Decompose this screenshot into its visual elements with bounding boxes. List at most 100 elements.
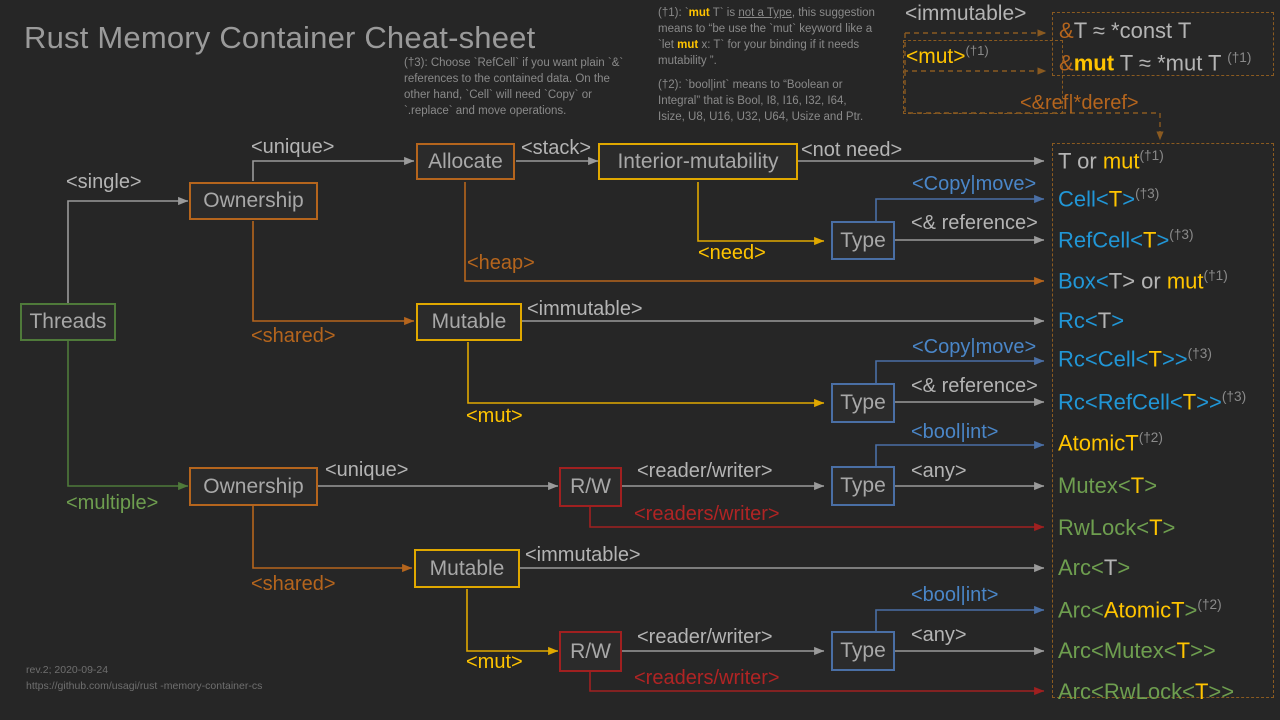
edge-label-reference-2: <& reference> <box>911 375 1038 398</box>
edge-label-readers-writer-2: <readers/writer> <box>634 667 780 690</box>
page-title: Rust Memory Container Cheat-sheet <box>24 20 535 56</box>
result-rc-refcell[interactable]: Rc<RefCell<T>>(†3) <box>1058 389 1246 415</box>
result-t-or-mut-sup: (†1) <box>1140 148 1164 163</box>
edge-label-single: <single> <box>66 171 142 194</box>
result-arc-mutex-part-1: T <box>1177 638 1190 663</box>
result-arc[interactable]: Arc<T> <box>1058 555 1130 581</box>
ref-equiv-const: &T ≈ *const T <box>1059 18 1191 44</box>
result-box-part-1: T <box>1109 268 1122 293</box>
label-immutable-ref: <immutable> <box>905 2 1026 26</box>
ref-equiv-const-text: T ≈ *const T <box>1074 18 1192 43</box>
result-rc-cell-sup: (†3) <box>1188 346 1212 361</box>
result-box-part-0: Box< <box>1058 268 1109 293</box>
result-rc-cell-part-2: >> <box>1162 346 1188 371</box>
result-t-or-mut[interactable]: T or mut(†1) <box>1058 148 1164 174</box>
footer-url[interactable]: https://github.com/usagi/rust -memory-co… <box>26 678 262 694</box>
result-arc-mutex[interactable]: Arc<Mutex<T>> <box>1058 638 1216 664</box>
label-ref-deref: <&ref|*deref> <box>1020 92 1139 115</box>
result-t-or-mut-part-0: T or <box>1058 148 1103 173</box>
edge-label-not-need: <not need> <box>801 139 902 162</box>
edge-label-reference-1: <& reference> <box>911 212 1038 235</box>
node-type-c[interactable]: Type <box>831 466 895 506</box>
label-mut-ref-sup: (†1) <box>966 43 989 58</box>
cheatsheet-canvas: Rust Memory Container Cheat-sheet (†3): … <box>0 0 1280 720</box>
edge-label-shared-2: <shared> <box>251 573 336 596</box>
result-arc-atomict-part-0: Arc< <box>1058 597 1104 622</box>
edge-label-stack: <stack> <box>521 137 591 160</box>
result-refcell-part-1: T <box>1143 227 1156 252</box>
node-rw-b[interactable]: R/W <box>559 631 622 672</box>
result-rwlock-part-0: RwLock< <box>1058 515 1149 540</box>
result-cell-part-0: Cell< <box>1058 186 1109 211</box>
result-arc-atomict-sup: (†2) <box>1197 597 1221 612</box>
edge-label-reader-writer-1: <reader/writer> <box>637 460 773 483</box>
result-cell[interactable]: Cell<T>(†3) <box>1058 186 1159 212</box>
edge-label-copy-move-2: <Copy|move> <box>912 336 1036 359</box>
node-interior-mutability[interactable]: Interior-mutability <box>598 143 798 180</box>
footnote-1-a: (†1): ` <box>658 7 689 19</box>
result-mutex-part-1: T <box>1131 473 1144 498</box>
result-rc-part-1: T <box>1098 308 1111 333</box>
result-mutex[interactable]: Mutex<T> <box>1058 473 1157 499</box>
result-rc-cell-part-0: Rc<Cell< <box>1058 346 1148 371</box>
ref-equiv-mut-sup: (†1) <box>1227 50 1251 65</box>
node-mutable-multi[interactable]: Mutable <box>414 549 520 588</box>
result-box-part-2: > or <box>1122 268 1167 293</box>
edge-label-any-2: <any> <box>911 624 967 647</box>
node-mutable-single[interactable]: Mutable <box>416 303 522 341</box>
result-refcell-part-0: RefCell< <box>1058 227 1143 252</box>
result-arc-mutex-part-0: Arc<Mutex< <box>1058 638 1177 663</box>
label-mut-ref-text: <mut> <box>906 45 966 68</box>
node-ownership-multi[interactable]: Ownership <box>189 467 318 506</box>
footnote-2: (†2): `bool|int` means to “Boolean or In… <box>658 78 876 126</box>
result-mutex-part-2: > <box>1144 473 1157 498</box>
result-atomict[interactable]: AtomicT(†2) <box>1058 430 1163 456</box>
edge-label-bool-int-2: <bool|int> <box>911 584 999 607</box>
edge-label-bool-int-1: <bool|int> <box>911 421 999 444</box>
result-arc-rwlock[interactable]: Arc<RwLock<T>> <box>1058 679 1234 705</box>
result-atomict-sup: (†2) <box>1139 430 1163 445</box>
ref-equiv-mut: &mut T ≈ *mut T (†1) <box>1059 50 1251 76</box>
result-cell-sup: (†3) <box>1135 186 1159 201</box>
result-arc-atomict[interactable]: Arc<AtomicT>(†2) <box>1058 597 1222 623</box>
result-arc-part-0: Arc< <box>1058 555 1104 580</box>
edge-label-need: <need> <box>698 242 766 265</box>
result-mutex-part-0: Mutex< <box>1058 473 1131 498</box>
footer-revision: rev.2; 2020-09-24 <box>26 662 108 678</box>
footnote-1-mut2: mut <box>677 39 698 51</box>
result-arc-part-2: > <box>1117 555 1130 580</box>
node-type-d[interactable]: Type <box>831 631 895 671</box>
edge-label-mut-1: <mut> <box>466 405 523 428</box>
result-rc-refcell-sup: (†3) <box>1222 389 1246 404</box>
result-rc-refcell-part-1: T <box>1183 389 1196 414</box>
node-type-b[interactable]: Type <box>831 383 895 423</box>
node-ownership-single[interactable]: Ownership <box>189 182 318 220</box>
edge-label-heap: <heap> <box>467 252 535 275</box>
node-allocate[interactable]: Allocate <box>416 143 515 180</box>
result-rc-cell[interactable]: Rc<Cell<T>>(†3) <box>1058 346 1212 372</box>
footnote-1-mut: mut <box>689 7 710 19</box>
result-box-sup: (†1) <box>1204 268 1228 283</box>
edge-label-readers-writer-1: <readers/writer> <box>634 503 780 526</box>
result-rwlock[interactable]: RwLock<T> <box>1058 515 1175 541</box>
result-refcell[interactable]: RefCell<T>(†3) <box>1058 227 1194 253</box>
ref-equiv-mut-text: T ≈ *mut T <box>1114 50 1227 75</box>
footnote-3: (†3): Choose `RefCell` if you want plain… <box>404 56 626 119</box>
result-box[interactable]: Box<T> or mut(†1) <box>1058 268 1228 294</box>
ref-equiv-const-amp: & <box>1059 18 1074 43</box>
node-threads[interactable]: Threads <box>20 303 116 341</box>
result-cell-part-2: > <box>1122 186 1135 211</box>
edge-label-copy-move-1: <Copy|move> <box>912 173 1036 196</box>
result-arc-mutex-part-2: >> <box>1190 638 1216 663</box>
ref-equiv-mut-kw: mut <box>1074 50 1114 75</box>
result-arc-atomict-part-2: > <box>1185 597 1198 622</box>
result-rc[interactable]: Rc<T> <box>1058 308 1124 334</box>
edge-label-shared-1: <shared> <box>251 325 336 348</box>
edge-label-unique-2: <unique> <box>325 459 408 482</box>
result-arc-rwlock-part-2: >> <box>1208 679 1234 704</box>
edge-label-reader-writer-2: <reader/writer> <box>637 626 773 649</box>
edge-label-multiple: <multiple> <box>66 492 158 515</box>
result-rwlock-part-1: T <box>1149 515 1162 540</box>
node-type-a[interactable]: Type <box>831 221 895 260</box>
node-rw-a[interactable]: R/W <box>559 467 622 507</box>
